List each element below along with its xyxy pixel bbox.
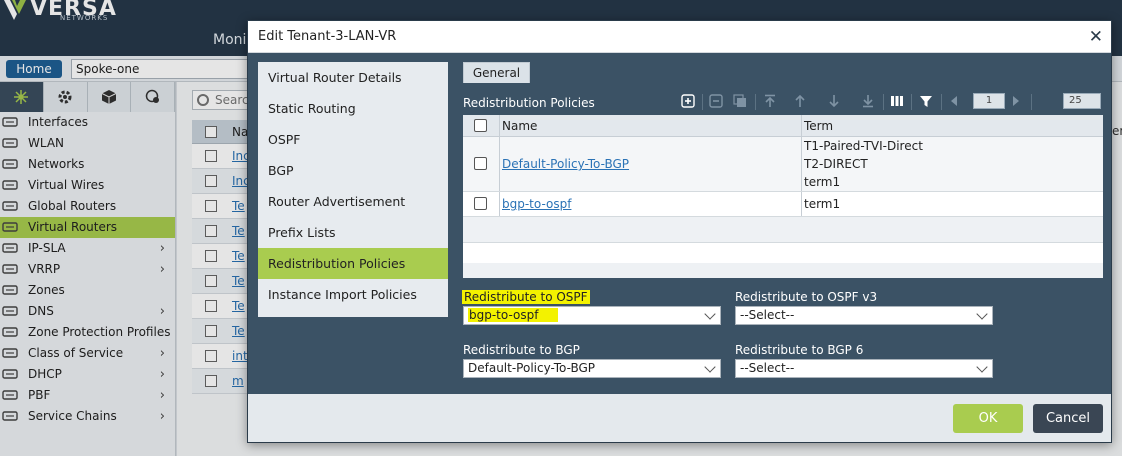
chevron-down-icon [704, 361, 716, 373]
page-size-input[interactable]: 25 [1063, 93, 1101, 109]
dialog-nav-instance-import-policies[interactable]: Instance Import Policies [258, 279, 448, 310]
redistribute-ospf-select[interactable]: bgp-to-ospf [463, 306, 721, 325]
redistribute-ospf-v3-value: --Select-- [740, 308, 795, 322]
name-column-header: Name [502, 119, 538, 133]
select-all-checkbox[interactable] [474, 119, 487, 132]
policy-name-link[interactable]: bgp-to-ospf [502, 197, 571, 211]
move-down-icon[interactable] [827, 94, 841, 108]
term-column-header: Term [804, 119, 834, 133]
row-checkbox[interactable] [474, 157, 487, 170]
dialog-nav-static-routing[interactable]: Static Routing [258, 93, 448, 124]
edit-virtual-router-dialog: Edit Tenant-3-LAN-VR ✕ Virtual Router De… [247, 20, 1112, 443]
table-row[interactable]: Default-Policy-To-BGP T1-Paired-TVI-Dire… [463, 137, 1103, 192]
redistribute-bgp-select[interactable]: Default-Policy-To-BGP [463, 359, 721, 378]
filter-icon[interactable] [919, 94, 933, 108]
redistribute-bgp6-label: Redistribute to BGP 6 [735, 343, 864, 357]
dialog-nav-virtual-router-details[interactable]: Virtual Router Details [258, 62, 448, 93]
redistribute-bgp-label: Redistribute to BGP [463, 343, 580, 357]
dialog-header: Edit Tenant-3-LAN-VR ✕ [248, 21, 1111, 53]
clone-icon[interactable] [733, 94, 747, 108]
add-icon[interactable] [681, 94, 695, 108]
redistribute-bgp6-select[interactable]: --Select-- [735, 359, 993, 378]
dialog-nav-ospf[interactable]: OSPF [258, 124, 448, 155]
row-checkbox[interactable] [474, 197, 487, 210]
empty-row [463, 263, 1103, 278]
redistribute-bgp-value: Default-Policy-To-BGP [468, 361, 596, 375]
cancel-button[interactable]: Cancel [1033, 404, 1103, 433]
section-title: Redistribution Policies [463, 96, 595, 110]
ok-button[interactable]: OK [953, 404, 1023, 433]
term-value: T1-Paired-TVI-Direct [804, 139, 923, 153]
chevron-down-icon [704, 308, 716, 320]
grid-header: Name Term [463, 115, 1103, 137]
chevron-down-icon [976, 308, 988, 320]
term-value: term1 [804, 175, 841, 189]
move-top-icon[interactable] [763, 94, 777, 108]
dialog-footer: OK Cancel [248, 394, 1111, 442]
remove-icon[interactable] [709, 94, 723, 108]
close-icon[interactable]: ✕ [1089, 27, 1103, 47]
move-bottom-icon[interactable] [861, 94, 875, 108]
empty-row [463, 243, 1103, 263]
columns-icon[interactable] [890, 94, 904, 108]
table-row[interactable]: bgp-to-ospf term1 [463, 192, 1103, 217]
redistribute-ospf-label: Redistribute to OSPF [462, 290, 590, 304]
redistribution-policies-grid: Name Term Default-Policy-To-BGP T1-Paire… [463, 115, 1103, 278]
dialog-nav-router-advertisement[interactable]: Router Advertisement [258, 186, 448, 217]
grid-toolbar: 1 25 [681, 92, 1103, 112]
term-value: term1 [804, 197, 841, 211]
next-page-icon[interactable] [1009, 94, 1023, 108]
redistribute-ospf-value: bgp-to-ospf [468, 308, 559, 322]
redistribute-ospf-v3-select[interactable]: --Select-- [735, 306, 993, 325]
previous-page-icon[interactable] [947, 94, 961, 108]
policy-name-link[interactable]: Default-Policy-To-BGP [502, 157, 629, 171]
dialog-nav-prefix-lists[interactable]: Prefix Lists [258, 217, 448, 248]
page-number-input[interactable]: 1 [973, 93, 1005, 109]
dialog-nav-redistribution-policies[interactable]: Redistribution Policies [258, 248, 448, 279]
move-up-icon[interactable] [793, 94, 807, 108]
redistribute-ospf-v3-label: Redistribute to OSPF v3 [735, 290, 878, 304]
term-value: T2-DIRECT [804, 157, 868, 171]
dialog-section-nav: Virtual Router Details Static Routing OSPF… [258, 62, 448, 317]
dialog-nav-bgp[interactable]: BGP [258, 155, 448, 186]
tab-general[interactable]: General [463, 62, 530, 83]
chevron-down-icon [976, 361, 988, 373]
dialog-title: Edit Tenant-3-LAN-VR [258, 29, 397, 44]
empty-row [463, 217, 1103, 242]
redistribute-bgp6-value: --Select-- [740, 361, 795, 375]
